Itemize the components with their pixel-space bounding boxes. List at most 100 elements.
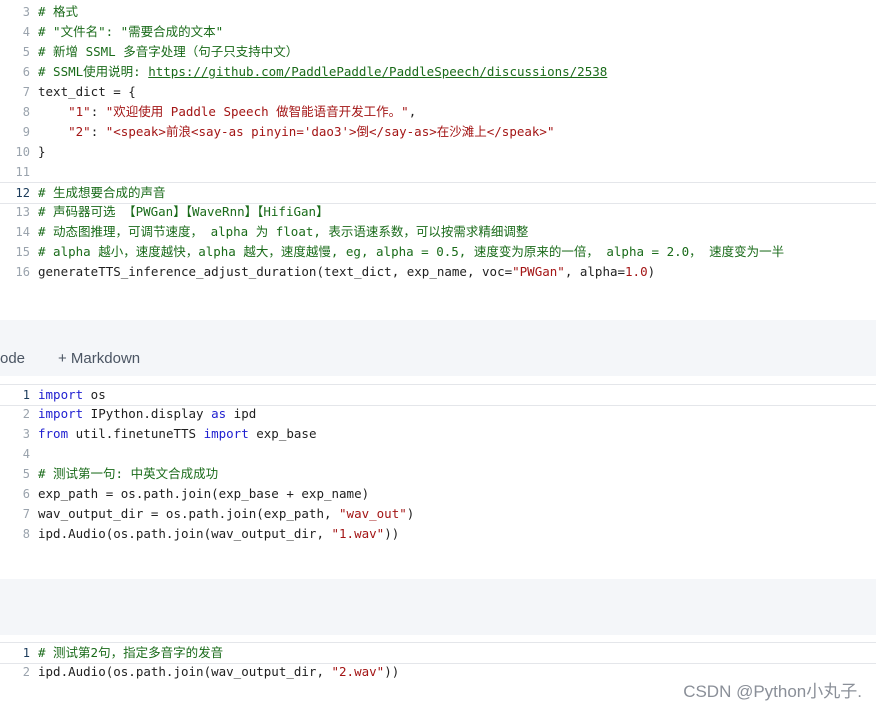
code-token: # 测试第2句，指定多音字的发音: [38, 645, 224, 660]
code-line[interactable]: 15 # alpha 越小，速度越快，alpha 越大，速度越慢, eg, alp…: [0, 242, 876, 262]
code-line[interactable]: 2 import IPython.display as ipd: [0, 404, 876, 424]
code-token: # SSML使用说明:: [38, 64, 149, 79]
code-line[interactable]: 3 # 格式: [0, 2, 876, 22]
add-markdown-button[interactable]: + Markdown: [58, 350, 140, 367]
code-token: )): [384, 526, 400, 541]
code-token: "wav_out": [339, 506, 407, 521]
code-token: "欢迎使用 Paddle Speech 做智能语音开发工作。": [105, 104, 409, 119]
code-text: # 动态图推理，可调节速度， alpha 为 float, 表示语速系数，可以按…: [38, 222, 528, 242]
line-number: 2: [22, 407, 30, 421]
code-text: # 生成想要合成的声音: [38, 183, 166, 203]
code-token: :: [90, 104, 106, 119]
cell-gap-1: ode + Markdown: [0, 320, 876, 376]
line-number: 2: [22, 665, 30, 679]
code-token: util.finetuneTTS: [68, 426, 204, 441]
code-token: "2.wav": [331, 664, 385, 679]
line-number: 14: [15, 225, 30, 239]
code-token: ,: [408, 104, 417, 119]
code-line[interactable]: 6 # SSML使用说明: https://github.com/PaddlePa…: [0, 62, 876, 82]
code-text: ipd.Audio(os.path.join(wav_output_dir, "…: [38, 524, 399, 544]
code-token: os: [83, 387, 106, 402]
code-token: "1.wav": [331, 526, 385, 541]
code-cell-2[interactable]: 1 import os 2 import IPython.display as ipd…: [0, 376, 876, 579]
code-token: import: [38, 406, 84, 421]
code-token: import: [203, 426, 249, 441]
code-token: ): [647, 264, 656, 279]
code-text: import IPython.display as ipd: [38, 404, 256, 424]
code-token: "<speak>前浪<say-as pinyin='dao3'>倒</say-a…: [105, 124, 555, 139]
code-token: generateTTS_inference_adjust_duration(te…: [38, 264, 513, 279]
code-token: # 动态图推理，可调节速度， alpha 为 float, 表示语速系数，可以按…: [38, 224, 529, 239]
code-token: # 声码器可选 【PWGan】【WaveRnn】【HifiGan】: [38, 204, 329, 219]
code-line[interactable]: 1 # 测试第2句，指定多音字的发音: [0, 642, 876, 664]
code-line[interactable]: 6 exp_path = os.path.join(exp_base + exp_…: [0, 484, 876, 504]
code-line[interactable]: 10}: [0, 142, 876, 162]
code-text: exp_path = os.path.join(exp_base + exp_n…: [38, 484, 369, 504]
code-text: }: [38, 142, 46, 162]
code-line[interactable]: 4: [0, 444, 876, 464]
line-number: 11: [15, 165, 30, 179]
code-token: )): [384, 664, 400, 679]
code-text: text_dict = {: [38, 82, 136, 102]
code-line[interactable]: 4 # "文件名": "需要合成的文本": [0, 22, 876, 42]
code-text: "2": "<speak>前浪<say-as pinyin='dao3'>倒</…: [38, 122, 554, 142]
code-token: }: [38, 144, 46, 159]
line-number: 15: [15, 245, 30, 259]
code-token: "1": [68, 104, 91, 119]
line-number: 6: [22, 65, 30, 79]
code-line[interactable]: 5 # 新增 SSML 多音字处理（句子只支持中文）: [0, 42, 876, 62]
line-number: 16: [15, 265, 30, 279]
code-text: "1": "欢迎使用 Paddle Speech 做智能语音开发工作。",: [38, 102, 416, 122]
code-text: generateTTS_inference_adjust_duration(te…: [38, 262, 655, 282]
code-token: # 生成想要合成的声音: [38, 185, 166, 200]
code-token: # 格式: [38, 4, 79, 19]
code-line[interactable]: 7 text_dict = {: [0, 82, 876, 102]
code-token: exp_base: [248, 426, 317, 441]
code-line[interactable]: 12 # 生成想要合成的声音: [0, 182, 876, 204]
line-number: 5: [22, 467, 30, 481]
code-line[interactable]: 8 "1": "欢迎使用 Paddle Speech 做智能语音开发工作。",: [0, 102, 876, 122]
code-line[interactable]: 13 # 声码器可选 【PWGan】【WaveRnn】【HifiGan】: [0, 202, 876, 222]
code-line[interactable]: 14 # 动态图推理，可调节速度， alpha 为 float, 表示语速系数，可…: [0, 222, 876, 242]
code-token: as: [211, 406, 227, 421]
code-cell-1[interactable]: 3 # 格式 4 # "文件名": "需要合成的文本" 5 # 新增 SSML 多音字处理…: [0, 0, 876, 320]
line-number: 7: [22, 85, 30, 99]
line-number: 10: [15, 145, 30, 159]
line-number: 3: [22, 427, 30, 441]
code-text: import os: [38, 385, 106, 405]
line-number: 5: [22, 45, 30, 59]
code-token: # 新增 SSML 多音字处理（句子只支持中文）: [38, 44, 299, 59]
watermark: CSDN @Python小丸子.: [683, 682, 862, 701]
code-text: wav_output_dir = os.path.join(exp_path, …: [38, 504, 414, 524]
code-line[interactable]: 11: [0, 162, 876, 182]
code-token: ): [406, 506, 415, 521]
code-text: # "文件名": "需要合成的文本": [38, 22, 223, 42]
code-line[interactable]: 1 import os: [0, 384, 876, 406]
code-line[interactable]: 16 generateTTS_inference_adjust_duration(…: [0, 262, 876, 282]
code-token: exp_path = os.path.join(exp_base + exp_n…: [38, 486, 370, 501]
code-line[interactable]: 7 wav_output_dir = os.path.join(exp_path,…: [0, 504, 876, 524]
line-number: 13: [15, 205, 30, 219]
code-token: :: [90, 124, 106, 139]
code-token: import: [38, 387, 84, 402]
code-text: # 新增 SSML 多音字处理（句子只支持中文）: [38, 42, 298, 62]
code-token: ipd.Audio(os.path.join(wav_output_dir,: [38, 526, 332, 541]
line-number: 9: [22, 125, 30, 139]
code-token: # 测试第一句: 中英文合成成功: [38, 466, 219, 481]
line-number: 12: [15, 186, 30, 200]
line-number: 3: [22, 5, 30, 19]
code-line[interactable]: 3 from util.finetuneTTS import exp_base: [0, 424, 876, 444]
line-number: 4: [22, 25, 30, 39]
code-token: "PWGan": [512, 264, 565, 279]
link[interactable]: https://github.com/PaddlePaddle/PaddleSp…: [148, 64, 607, 79]
code-text: ipd.Audio(os.path.join(wav_output_dir, "…: [38, 662, 399, 682]
add-code-button[interactable]: ode: [0, 350, 25, 367]
code-line[interactable]: 5 # 测试第一句: 中英文合成成功: [0, 464, 876, 484]
code-line[interactable]: 8 ipd.Audio(os.path.join(wav_output_dir, …: [0, 524, 876, 544]
code-text: # 测试第一句: 中英文合成成功: [38, 464, 218, 484]
code-token: "2": [68, 124, 91, 139]
code-line[interactable]: 9 "2": "<speak>前浪<say-as pinyin='dao3'>倒…: [0, 122, 876, 142]
code-token: ipd.Audio(os.path.join(wav_output_dir,: [38, 664, 332, 679]
code-text: # SSML使用说明: https://github.com/PaddlePad…: [38, 62, 607, 82]
